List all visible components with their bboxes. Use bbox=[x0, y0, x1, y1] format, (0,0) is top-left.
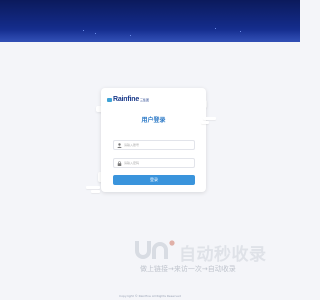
banner-sparkle bbox=[130, 35, 131, 36]
login-title: 用户登录 bbox=[141, 117, 166, 124]
footer-copyright: Copyright © Rainfine All Rights Reserved bbox=[119, 294, 181, 298]
lock-icon bbox=[114, 160, 124, 166]
password-field bbox=[113, 158, 195, 168]
banner-sparkle bbox=[95, 33, 96, 34]
brand-name: Rainfine bbox=[113, 96, 140, 103]
banner-sparkle bbox=[240, 31, 241, 32]
user-icon bbox=[114, 142, 124, 148]
watermark-slogan: 做上链接→来访一次→自动收录 bbox=[140, 265, 236, 273]
login-button[interactable]: 登录 bbox=[113, 175, 195, 185]
watermark: 自动秒收录 做上链接→来访一次→自动收录 bbox=[133, 237, 283, 277]
deco-bar bbox=[201, 121, 209, 124]
password-input[interactable] bbox=[124, 159, 190, 167]
deco-bar bbox=[203, 117, 216, 120]
login-card: Rainfine 三集团 用户登录 登录 bbox=[101, 88, 206, 192]
watermark-logo-icon bbox=[135, 240, 175, 259]
deco-bar bbox=[86, 186, 100, 189]
watermark-brand: 自动秒收录 bbox=[179, 245, 267, 265]
brand-mark-icon bbox=[107, 97, 112, 102]
banner-sparkle bbox=[215, 28, 216, 29]
brand-subtitle: 三集团 bbox=[140, 97, 150, 102]
brand-logo: Rainfine 三集团 bbox=[107, 96, 149, 103]
deco-bar bbox=[91, 190, 100, 193]
top-banner bbox=[0, 0, 300, 42]
username-field bbox=[113, 140, 195, 150]
banner-sparkle bbox=[83, 30, 84, 31]
username-input[interactable] bbox=[124, 141, 190, 149]
